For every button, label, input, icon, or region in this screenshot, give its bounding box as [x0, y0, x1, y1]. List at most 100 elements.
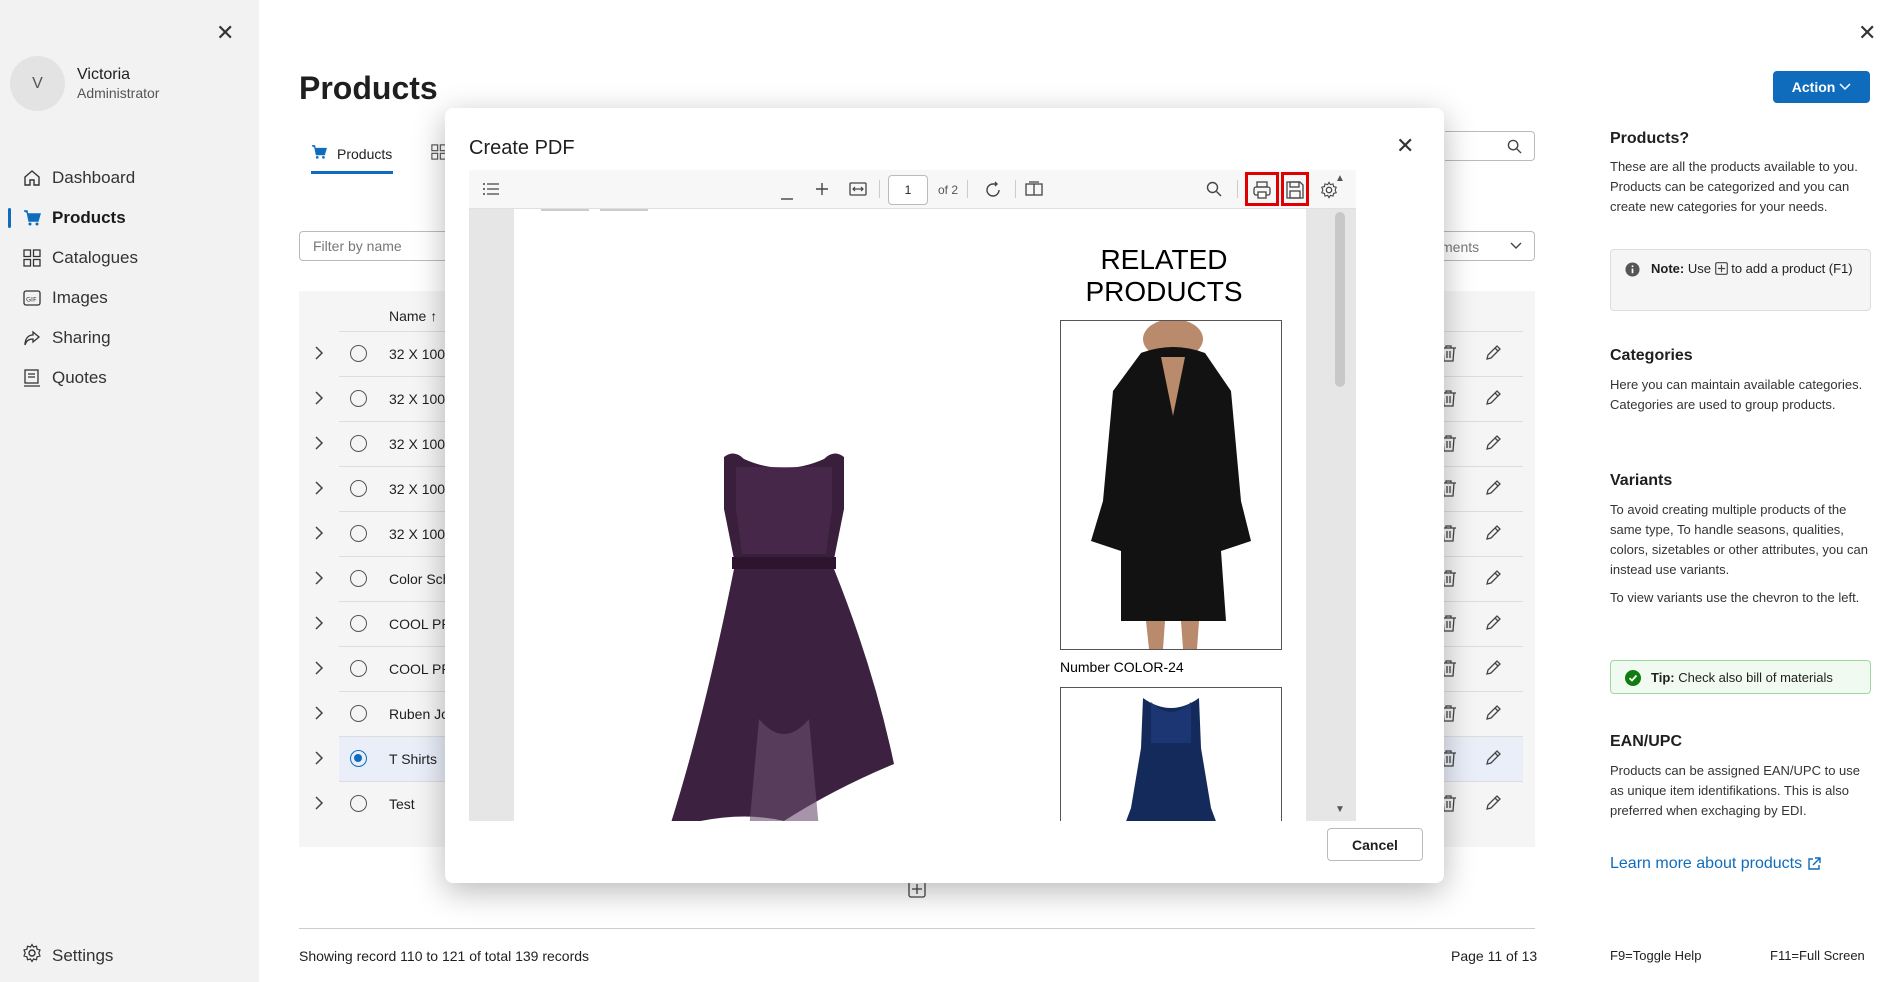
pencil-icon[interactable]	[1485, 749, 1502, 771]
sidebar-item-sharing[interactable]: Sharing	[0, 318, 259, 358]
dress-image	[671, 453, 894, 821]
scrollbar-thumb[interactable]	[1335, 212, 1345, 387]
row-name: 32 X 100	[389, 526, 446, 542]
f11-hint: F11=Full Screen	[1770, 948, 1865, 963]
pdf-scrollbar[interactable]: ▲ ▼	[1332, 170, 1350, 821]
outline-icon[interactable]	[482, 181, 500, 202]
footer-divider	[299, 928, 1535, 929]
toolbar-separator	[1015, 180, 1016, 198]
print-icon[interactable]	[1253, 181, 1271, 204]
cancel-button[interactable]: Cancel	[1327, 828, 1423, 861]
pencil-icon[interactable]	[1485, 569, 1502, 591]
zoom-out-icon[interactable]	[780, 188, 794, 206]
filter-input[interactable]: Filter by name	[299, 231, 459, 261]
chevron-right-icon[interactable]	[314, 704, 324, 725]
add-icon[interactable]	[908, 880, 926, 903]
column-header-name[interactable]: Name ↑	[389, 308, 437, 324]
row-radio[interactable]	[350, 480, 367, 497]
row-radio[interactable]	[350, 570, 367, 587]
chevron-down-icon	[1839, 83, 1851, 91]
pencil-icon[interactable]	[1485, 524, 1502, 546]
page-mark	[600, 209, 648, 211]
settings-label: Settings	[52, 945, 114, 965]
sidebar-item-images[interactable]: GIF Images	[0, 278, 259, 318]
row-radio[interactable]	[350, 750, 367, 767]
row-radio[interactable]	[350, 660, 367, 677]
pencil-icon[interactable]	[1485, 659, 1502, 681]
close-icon[interactable]: ✕	[1858, 20, 1876, 46]
sidebar-item-label: Images	[52, 288, 108, 307]
search-input[interactable]	[1445, 131, 1535, 161]
chevron-right-icon[interactable]	[314, 344, 324, 365]
help-variants-text2: To view variants use the chevron to the …	[1610, 590, 1860, 605]
help-categories-title: Categories	[1610, 347, 1693, 364]
page-number-input[interactable]: 1	[888, 175, 928, 205]
chevron-right-icon[interactable]	[314, 569, 324, 590]
row-radio[interactable]	[350, 525, 367, 542]
pencil-icon[interactable]	[1485, 479, 1502, 501]
chevron-right-icon[interactable]	[314, 434, 324, 455]
gear-icon	[22, 943, 42, 968]
chevron-right-icon[interactable]	[314, 659, 324, 680]
chevron-right-icon[interactable]	[314, 794, 324, 815]
sidebar-item-catalogues[interactable]: Catalogues	[0, 238, 259, 278]
row-radio[interactable]	[350, 705, 367, 722]
sidebar-item-label: Quotes	[52, 368, 107, 387]
view-dropdown[interactable]: ments	[1435, 231, 1535, 261]
sidebar-item-settings[interactable]: Settings	[22, 943, 113, 968]
grid-icon	[22, 248, 42, 268]
page-view-icon[interactable]	[1025, 181, 1043, 202]
share-icon	[22, 328, 42, 348]
related-product-image	[1060, 687, 1282, 821]
sidebar-item-products[interactable]: Products	[0, 198, 259, 238]
scroll-down-icon[interactable]: ▼	[1335, 804, 1345, 815]
pencil-icon[interactable]	[1485, 389, 1502, 411]
toolbar-separator	[879, 180, 880, 198]
pdf-viewer: 1 of 2 RELATED PRODUCTS Number COLOR-24	[469, 170, 1356, 821]
sidebar-nav: Dashboard Products Catalogues GIF Images…	[0, 158, 259, 398]
tab-underline	[311, 171, 393, 174]
help-products-title: Products?	[1610, 130, 1690, 147]
row-radio[interactable]	[350, 615, 367, 632]
pencil-icon[interactable]	[1485, 614, 1502, 636]
scroll-up-icon[interactable]: ▲	[1335, 173, 1345, 184]
zoom-in-icon[interactable]	[815, 182, 829, 201]
rotate-icon[interactable]	[984, 181, 1002, 204]
pencil-icon[interactable]	[1485, 794, 1502, 816]
dialog-close-icon[interactable]: ✕	[1396, 133, 1414, 159]
tab-products-label: Products	[337, 145, 393, 162]
chevron-right-icon[interactable]	[314, 524, 324, 545]
help-ean-text: Products can be assigned EAN/UPC to use …	[1610, 763, 1861, 818]
tip-box: Tip: Check also bill of materials	[1610, 660, 1871, 694]
row-name: COOL PR	[389, 616, 452, 632]
learn-more-link[interactable]: Learn more about products	[1610, 855, 1821, 873]
toolbar-separator	[967, 180, 968, 198]
save-icon[interactable]	[1286, 181, 1304, 204]
pencil-icon[interactable]	[1485, 344, 1502, 366]
chevron-right-icon[interactable]	[314, 479, 324, 500]
row-name: Ruben Jo	[389, 706, 449, 722]
sidebar-item-dashboard[interactable]: Dashboard	[0, 158, 259, 198]
row-name: Color Sch	[389, 571, 451, 587]
record-count: Showing record 110 to 121 of total 139 r…	[299, 948, 590, 964]
row-name: 32 X 100	[389, 481, 446, 497]
related-product-image	[1060, 319, 1282, 650]
tab-products[interactable]: Products	[311, 144, 393, 174]
chevron-right-icon[interactable]	[314, 614, 324, 635]
row-radio[interactable]	[350, 345, 367, 362]
fit-width-icon[interactable]	[849, 182, 867, 201]
sidebar-close-icon[interactable]: ✕	[216, 20, 234, 46]
row-radio[interactable]	[350, 390, 367, 407]
sidebar-item-quotes[interactable]: Quotes	[0, 358, 259, 398]
page-indicator: Page 11 of 13	[1451, 948, 1538, 964]
home-icon	[22, 168, 42, 188]
chevron-right-icon[interactable]	[314, 749, 324, 770]
pencil-icon[interactable]	[1485, 434, 1502, 456]
search-icon[interactable]	[1206, 181, 1222, 202]
row-radio[interactable]	[350, 795, 367, 812]
create-pdf-dialog: Create PDF ✕ 1 of 2 RELATED PRODUCTS Num…	[445, 108, 1444, 883]
chevron-right-icon[interactable]	[314, 389, 324, 410]
row-radio[interactable]	[350, 435, 367, 452]
pencil-icon[interactable]	[1485, 704, 1502, 726]
action-button[interactable]: Action	[1773, 71, 1870, 103]
